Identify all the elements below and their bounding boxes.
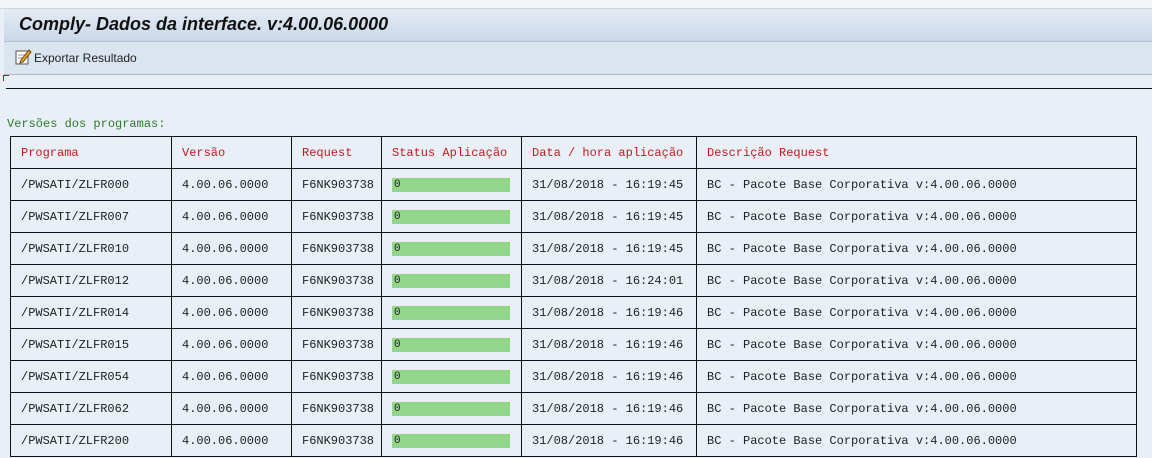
program-cell: /PWSATI/ZLFR014: [10, 296, 172, 329]
status-bar: 0: [392, 273, 510, 288]
status-bar: 0: [392, 433, 510, 448]
table-row: /PWSATI/ZLFR015 4.00.06.0000 F6NK903738 0 31…: [10, 328, 1137, 361]
table-row: /PWSATI/ZLFR014 4.00.06.0000 F6NK903738 0 31…: [10, 296, 1137, 329]
program-cell: /PWSATI/ZLFR012: [10, 264, 172, 297]
status-cell: 0: [381, 168, 522, 201]
status-cell: 0: [381, 392, 522, 425]
title-bar: Comply- Dados da interface. v:4.00.06.00…: [4, 9, 1152, 42]
status-bar: 0: [392, 369, 510, 384]
description-cell: BC - Pacote Base Corporativa v:4.00.06.0…: [696, 360, 1137, 393]
request-cell: F6NK903738: [291, 392, 382, 425]
datetime-cell: 31/08/2018 - 16:19:46: [521, 360, 697, 393]
column-header-descricao[interactable]: Descrição Request: [696, 136, 1137, 169]
status-cell: 0: [381, 232, 522, 265]
description-cell: BC - Pacote Base Corporativa v:4.00.06.0…: [696, 296, 1137, 329]
cursor-marker: [3, 75, 9, 81]
description-cell: BC - Pacote Base Corporativa v:4.00.06.0…: [696, 168, 1137, 201]
table-row: /PWSATI/ZLFR012 4.00.06.0000 F6NK903738 0 31…: [10, 264, 1137, 297]
program-cell: /PWSATI/ZLFR007: [10, 200, 172, 233]
program-cell: /PWSATI/ZLFR200: [10, 424, 172, 457]
description-cell: BC - Pacote Base Corporativa v:4.00.06.0…: [696, 264, 1137, 297]
request-cell: F6NK903738: [291, 200, 382, 233]
program-cell: /PWSATI/ZLFR054: [10, 360, 172, 393]
datetime-cell: 31/08/2018 - 16:19:46: [521, 392, 697, 425]
program-versions-table: Programa Versão Request Status Aplicação…: [10, 136, 1137, 457]
datetime-cell: 31/08/2018 - 16:24:01: [521, 264, 697, 297]
version-cell: 4.00.06.0000: [171, 392, 292, 425]
description-cell: BC - Pacote Base Corporativa v:4.00.06.0…: [696, 232, 1137, 265]
status-cell: 0: [381, 296, 522, 329]
status-bar: 0: [392, 305, 510, 320]
version-cell: 4.00.06.0000: [171, 232, 292, 265]
status-cell: 0: [381, 328, 522, 361]
description-cell: BC - Pacote Base Corporativa v:4.00.06.0…: [696, 328, 1137, 361]
version-cell: 4.00.06.0000: [171, 168, 292, 201]
program-cell: /PWSATI/ZLFR062: [10, 392, 172, 425]
status-cell: 0: [381, 264, 522, 297]
status-bar: 0: [392, 337, 510, 352]
version-cell: 4.00.06.0000: [171, 328, 292, 361]
version-cell: 4.00.06.0000: [171, 264, 292, 297]
datetime-cell: 31/08/2018 - 16:19:45: [521, 232, 697, 265]
version-cell: 4.00.06.0000: [171, 296, 292, 329]
version-cell: 4.00.06.0000: [171, 424, 292, 457]
description-cell: BC - Pacote Base Corporativa v:4.00.06.0…: [696, 392, 1137, 425]
program-cell: /PWSATI/ZLFR000: [10, 168, 172, 201]
datetime-cell: 31/08/2018 - 16:19:45: [521, 200, 697, 233]
table-row: /PWSATI/ZLFR062 4.00.06.0000 F6NK903738 0 31…: [10, 392, 1137, 425]
datetime-cell: 31/08/2018 - 16:19:46: [521, 328, 697, 361]
request-cell: F6NK903738: [291, 328, 382, 361]
export-result-button[interactable]: Exportar Resultado: [15, 48, 137, 68]
section-label: Versões dos programas:: [7, 117, 166, 131]
window-top-strip: [0, 0, 1152, 9]
datetime-cell: 31/08/2018 - 16:19:46: [521, 424, 697, 457]
datetime-cell: 31/08/2018 - 16:19:46: [521, 296, 697, 329]
request-cell: F6NK903738: [291, 296, 382, 329]
table-row: /PWSATI/ZLFR000 4.00.06.0000 F6NK903738 0 31…: [10, 168, 1137, 201]
status-cell: 0: [381, 360, 522, 393]
request-cell: F6NK903738: [291, 360, 382, 393]
request-cell: F6NK903738: [291, 424, 382, 457]
table-row: /PWSATI/ZLFR010 4.00.06.0000 F6NK903738 0 31…: [10, 232, 1137, 265]
description-cell: BC - Pacote Base Corporativa v:4.00.06.0…: [696, 424, 1137, 457]
version-cell: 4.00.06.0000: [171, 360, 292, 393]
application-toolbar: Exportar Resultado: [4, 42, 1152, 75]
description-cell: BC - Pacote Base Corporativa v:4.00.06.0…: [696, 200, 1137, 233]
version-cell: 4.00.06.0000: [171, 200, 292, 233]
table-header-row: Programa Versão Request Status Aplicação…: [10, 136, 1137, 169]
program-cell: /PWSATI/ZLFR015: [10, 328, 172, 361]
status-bar: 0: [392, 177, 510, 192]
table-row: /PWSATI/ZLFR054 4.00.06.0000 F6NK903738 0 31…: [10, 360, 1137, 393]
request-cell: F6NK903738: [291, 264, 382, 297]
status-cell: 0: [381, 200, 522, 233]
column-header-versao[interactable]: Versão: [171, 136, 292, 169]
divider-line: [6, 88, 1152, 89]
status-bar: 0: [392, 401, 510, 416]
table-row: /PWSATI/ZLFR007 4.00.06.0000 F6NK903738 0 31…: [10, 200, 1137, 233]
status-cell: 0: [381, 424, 522, 457]
column-header-data-hora[interactable]: Data / hora aplicação: [521, 136, 697, 169]
status-bar: 0: [392, 209, 510, 224]
table-row: /PWSATI/ZLFR200 4.00.06.0000 F6NK903738 0 31…: [10, 424, 1137, 457]
edit-export-icon: [15, 48, 34, 68]
column-header-status[interactable]: Status Aplicação: [381, 136, 522, 169]
request-cell: F6NK903738: [291, 232, 382, 265]
export-result-label: Exportar Resultado: [34, 51, 137, 65]
datetime-cell: 31/08/2018 - 16:19:45: [521, 168, 697, 201]
page-title: Comply- Dados da interface. v:4.00.06.00…: [19, 14, 389, 34]
column-header-programa[interactable]: Programa: [10, 136, 172, 169]
program-cell: /PWSATI/ZLFR010: [10, 232, 172, 265]
request-cell: F6NK903738: [291, 168, 382, 201]
status-bar: 0: [392, 241, 510, 256]
column-header-request[interactable]: Request: [291, 136, 382, 169]
